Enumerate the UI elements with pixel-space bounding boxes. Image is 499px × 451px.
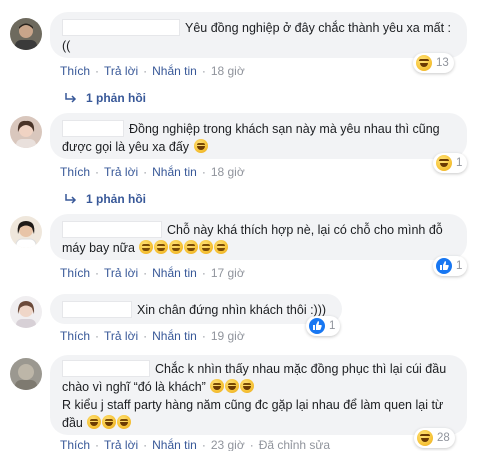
comment-line: Chắc k nhìn thấy nhau mặc đồng phục thì … xyxy=(62,360,455,396)
avatar[interactable] xyxy=(10,116,42,148)
comment-actions: Thích · Trả lời · Nhắn tin · 18 giờ xyxy=(60,64,245,78)
like-link[interactable]: Thích xyxy=(60,165,90,179)
view-replies-link[interactable]: 1 phản hồi xyxy=(64,90,146,106)
reply-link[interactable]: Trả lời xyxy=(104,438,138,451)
like-link[interactable]: Thích xyxy=(60,438,90,451)
comment-actions: Thích · Trả lời · Nhắn tin · 18 giờ xyxy=(60,165,245,179)
laughing-emoji-icon xyxy=(193,139,208,153)
comment-bubble: Xin chân đứng nhìn khách thôi :))) xyxy=(50,294,342,324)
laughing-emoji-icon xyxy=(240,379,255,393)
timestamp[interactable]: 17 giờ xyxy=(211,266,245,280)
reply-arrow-icon xyxy=(65,93,77,103)
reply-link[interactable]: Trả lời xyxy=(104,64,138,78)
avatar[interactable] xyxy=(10,358,42,390)
edited-label[interactable]: Đã chỉnh sửa xyxy=(259,438,330,451)
author-name[interactable] xyxy=(62,301,132,318)
reply-arrow-icon xyxy=(65,194,77,204)
laughing-emoji-icon xyxy=(210,379,225,393)
comment-actions: Thích · Trả lời · Nhắn tin · 17 giờ xyxy=(60,266,245,280)
reaction-count[interactable]: 1 xyxy=(433,256,468,276)
reaction-count[interactable]: 28 xyxy=(414,428,455,448)
message-link[interactable]: Nhắn tin xyxy=(152,165,197,179)
like-icon xyxy=(436,258,452,274)
comment-bubble: Chỗ này khá thích hợp nè, lại có chỗ cho… xyxy=(50,214,467,260)
comment-actions: Thích · Trả lời · Nhắn tin · 19 giờ xyxy=(60,329,245,343)
author-name[interactable] xyxy=(62,19,180,36)
timestamp[interactable]: 18 giờ xyxy=(211,64,245,78)
avatar[interactable] xyxy=(10,296,42,328)
timestamp[interactable]: 19 giờ xyxy=(211,329,245,343)
laughing-emoji-icon xyxy=(87,415,102,429)
comment-text: Xin chân đứng nhìn khách thôi :))) xyxy=(137,303,327,317)
reaction-count[interactable]: 1 xyxy=(433,153,468,173)
comment-actions: Thích · Trả lời · Nhắn tin · 23 giờ · Đã chỉnh s… xyxy=(60,438,331,451)
laughing-emoji-icon xyxy=(225,379,240,393)
grinning-emoji-icon xyxy=(154,240,169,254)
grinning-emoji-icon xyxy=(169,240,184,254)
author-name[interactable] xyxy=(62,360,150,377)
smiling-emoji-icon xyxy=(214,240,229,254)
reaction-count[interactable]: 13 xyxy=(413,53,454,73)
timestamp[interactable]: 18 giờ xyxy=(211,165,245,179)
reply-link[interactable]: Trả lời xyxy=(104,266,138,280)
like-icon xyxy=(309,318,325,334)
grinning-emoji-icon xyxy=(139,240,154,254)
view-replies-link[interactable]: 1 phản hồi xyxy=(64,191,146,207)
comment-bubble: Yêu đồng nghiệp ở đây chắc thành yêu xa … xyxy=(50,12,467,58)
comment-bubble: Chắc k nhìn thấy nhau mặc đồng phục thì … xyxy=(50,355,467,435)
avatar[interactable] xyxy=(10,18,42,50)
timestamp[interactable]: 23 giờ xyxy=(211,438,245,451)
laughing-emoji-icon xyxy=(117,415,132,429)
message-link[interactable]: Nhắn tin xyxy=(152,266,197,280)
smiling-emoji-icon xyxy=(184,240,199,254)
laughing-emoji-icon xyxy=(102,415,117,429)
smiling-emoji-icon xyxy=(199,240,214,254)
reply-link[interactable]: Trả lời xyxy=(104,329,138,343)
comment-bubble: Đồng nghiệp trong khách sạn này mà yêu n… xyxy=(50,113,467,159)
comment-line: R kiểu j staff party hàng năm cũng đc gặ… xyxy=(62,396,455,432)
reaction-count[interactable]: 1 xyxy=(306,316,341,336)
haha-icon xyxy=(417,430,433,446)
haha-icon xyxy=(416,55,432,71)
message-link[interactable]: Nhắn tin xyxy=(152,64,197,78)
message-link[interactable]: Nhắn tin xyxy=(152,329,197,343)
haha-icon xyxy=(436,155,452,171)
message-link[interactable]: Nhắn tin xyxy=(152,438,197,451)
avatar[interactable] xyxy=(10,216,42,248)
like-link[interactable]: Thích xyxy=(60,64,90,78)
like-link[interactable]: Thích xyxy=(60,329,90,343)
author-name[interactable] xyxy=(62,120,124,137)
like-link[interactable]: Thích xyxy=(60,266,90,280)
author-name[interactable] xyxy=(62,221,162,238)
reply-link[interactable]: Trả lời xyxy=(104,165,138,179)
